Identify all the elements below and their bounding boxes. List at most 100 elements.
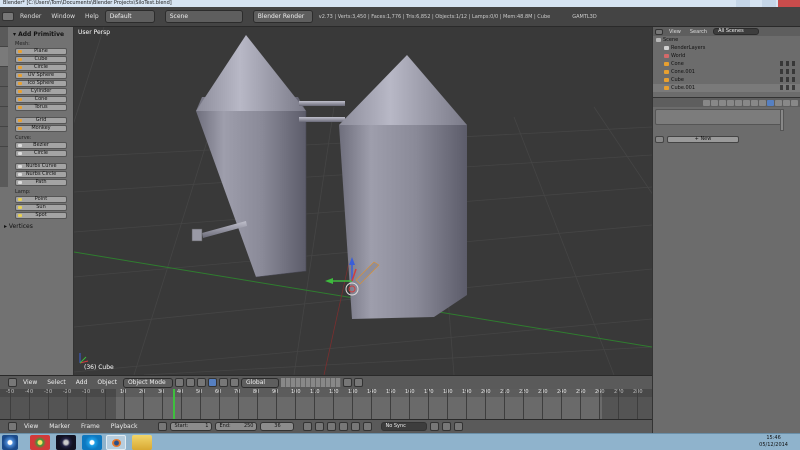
outliner-row[interactable]: RenderLayers — [653, 44, 800, 52]
panel-title[interactable]: ▾ Add Primitive — [13, 31, 69, 38]
skype-icon[interactable] — [82, 435, 102, 450]
menu-window[interactable]: Window — [47, 13, 79, 20]
tab-tools[interactable] — [0, 27, 8, 47]
vertices-panel-header[interactable]: ▸ Vertices — [0, 223, 33, 230]
preview-range-icon[interactable] — [158, 422, 168, 431]
add-path-button[interactable]: Path — [15, 179, 67, 186]
material-browse-icon[interactable] — [655, 136, 664, 143]
new-material-button[interactable]: + New — [667, 136, 739, 143]
constraints-tab-icon[interactable] — [743, 99, 750, 106]
add-bezier-button[interactable]: Bezier — [15, 142, 67, 149]
render-preview-icon[interactable] — [353, 378, 363, 387]
add-point-lamp-button[interactable]: Point — [15, 196, 67, 203]
visibility-toggles[interactable] — [780, 85, 798, 90]
editor-type-icon[interactable] — [8, 378, 17, 387]
scale-icon[interactable] — [229, 378, 239, 387]
chrome-icon[interactable] — [30, 435, 50, 450]
tab-create[interactable] — [0, 47, 8, 67]
current-frame-playhead[interactable] — [173, 389, 176, 419]
slot-list-scrollbar[interactable] — [780, 109, 784, 131]
menu-marker[interactable]: Marker — [45, 423, 74, 430]
menu-frame[interactable]: Frame — [77, 423, 104, 430]
tab-physics[interactable] — [0, 107, 8, 127]
tab-animation[interactable] — [0, 87, 8, 107]
viewport-shading-icon[interactable] — [174, 378, 184, 387]
steam-icon[interactable] — [56, 435, 76, 450]
material-tab-icon[interactable] — [767, 99, 774, 106]
play-icon[interactable] — [339, 422, 349, 431]
system-clock[interactable]: 15:46 05/12/2014 — [759, 435, 788, 449]
data-tab-icon[interactable] — [759, 99, 766, 106]
outliner-row[interactable]: Scene — [653, 36, 800, 44]
add-cone-button[interactable]: Cone — [15, 96, 67, 103]
minimize-button[interactable] — [736, 0, 750, 7]
particles-tab-icon[interactable] — [783, 99, 790, 106]
maximize-button[interactable] — [762, 0, 776, 7]
add-nurbs-circle-button[interactable]: Nurbs Circle — [15, 171, 67, 178]
3d-viewport[interactable]: User Persp (36) Cube — [74, 27, 652, 375]
add-ico-sphere-button[interactable]: Ico Sphere — [15, 80, 67, 87]
editor-type-icon[interactable] — [8, 422, 17, 431]
material-slot-list[interactable] — [655, 109, 783, 125]
object-tab-icon[interactable] — [735, 99, 742, 106]
play-reverse-icon[interactable] — [327, 422, 337, 431]
transform-orientation-select[interactable]: Global — [240, 377, 279, 388]
render-tab-icon[interactable] — [703, 99, 710, 106]
menu-playback[interactable]: Playback — [107, 423, 142, 430]
menu-view[interactable]: View — [666, 29, 684, 35]
next-keyframe-icon[interactable] — [351, 422, 361, 431]
outliner-row[interactable]: Cube — [653, 76, 800, 84]
add-circle-button[interactable]: Circle — [15, 64, 67, 71]
texture-tab-icon[interactable] — [775, 99, 782, 106]
display-mode-select[interactable]: All Scenes — [713, 28, 760, 35]
outliner-row[interactable]: Cone — [653, 60, 800, 68]
manipulator-toggle-icon[interactable] — [196, 378, 206, 387]
prev-keyframe-icon[interactable] — [315, 422, 325, 431]
add-monkey-button[interactable]: Monkey — [15, 125, 67, 132]
tab-relations[interactable] — [0, 67, 8, 87]
add-grid-button[interactable]: Grid — [15, 117, 67, 124]
jump-start-icon[interactable] — [303, 422, 313, 431]
scene-tab-icon[interactable] — [719, 99, 726, 106]
blender-taskbar-icon[interactable] — [106, 435, 126, 450]
sync-mode-select[interactable]: No Sync — [381, 422, 428, 431]
menu-view[interactable]: View — [20, 423, 42, 430]
current-frame-field[interactable]: 36 — [260, 422, 295, 431]
close-button[interactable] — [778, 0, 800, 7]
jump-end-icon[interactable] — [363, 422, 373, 431]
start-frame-field[interactable]: Start: 1 — [170, 422, 213, 431]
menu-search[interactable]: Search — [687, 29, 710, 35]
timeline[interactable]: -50-40-30-20-100102030405060708090100110… — [0, 389, 652, 419]
keyframe-insert-icon[interactable] — [442, 422, 452, 431]
add-sun-lamp-button[interactable]: Sun — [15, 204, 67, 211]
modifiers-tab-icon[interactable] — [751, 99, 758, 106]
visibility-toggles[interactable] — [780, 69, 798, 74]
menu-view[interactable]: View — [19, 379, 41, 386]
layer-buttons[interactable] — [280, 378, 341, 387]
world-tab-icon[interactable] — [727, 99, 734, 106]
menu-help[interactable]: Help — [81, 13, 103, 20]
menu-select[interactable]: Select — [43, 379, 70, 386]
end-frame-field[interactable]: End: 250 — [215, 422, 258, 431]
add-cube-button[interactable]: Cube — [15, 56, 67, 63]
add-torus-button[interactable]: Torus — [15, 104, 67, 111]
editor-type-icon[interactable] — [2, 12, 14, 21]
menu-object[interactable]: Object — [93, 379, 121, 386]
outliner-row[interactable]: Cube.001 — [653, 84, 800, 92]
physics-tab-icon[interactable] — [791, 99, 798, 106]
left-silo[interactable] — [196, 35, 307, 278]
add-curve-circle-button[interactable]: Circle — [15, 150, 67, 157]
outliner-row[interactable]: Cone.001 — [653, 68, 800, 76]
menu-render[interactable]: Render — [16, 13, 45, 20]
render-layers-tab-icon[interactable] — [711, 99, 718, 106]
visibility-toggles[interactable] — [780, 61, 798, 66]
render-engine-select[interactable]: Blender Render — [252, 10, 313, 23]
add-cylinder-button[interactable]: Cylinder — [15, 88, 67, 95]
screen-layout-select[interactable]: Default — [104, 10, 155, 23]
visibility-toggles[interactable] — [780, 77, 798, 82]
add-uv-sphere-button[interactable]: UV Sphere — [15, 72, 67, 79]
file-explorer-icon[interactable] — [132, 435, 152, 450]
keyframe-delete-icon[interactable] — [454, 422, 464, 431]
translate-icon[interactable] — [207, 378, 217, 387]
snap-icon[interactable] — [342, 378, 352, 387]
